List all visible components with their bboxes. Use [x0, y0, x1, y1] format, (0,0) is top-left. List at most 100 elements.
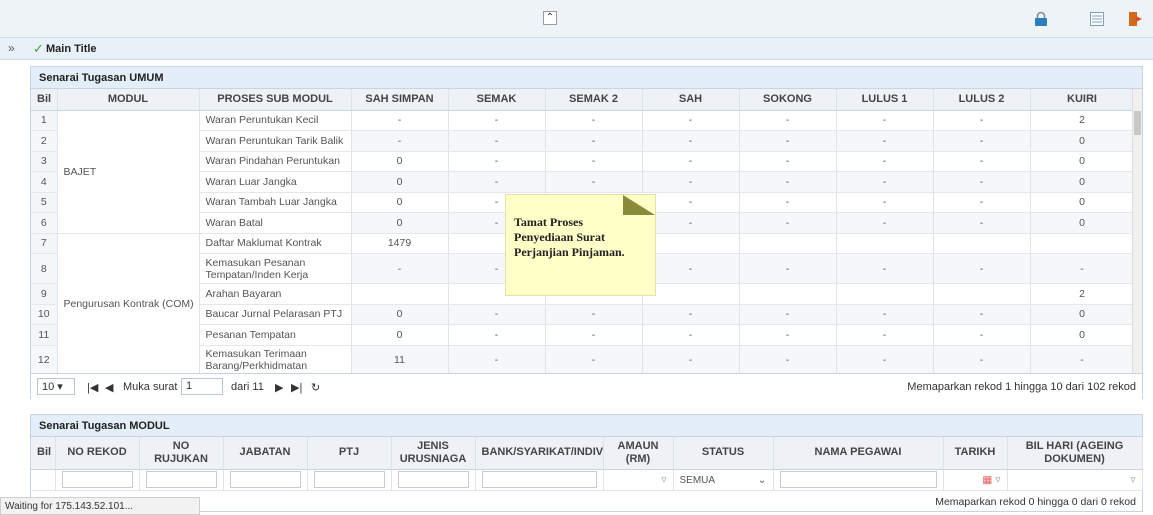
count-cell-kuiri[interactable]: 0 [1030, 171, 1135, 193]
count-cell-lulus2[interactable]: - [933, 345, 1031, 373]
count-cell-sokong[interactable] [739, 283, 837, 305]
umum-col-header[interactable]: SEMAK 2 [545, 89, 643, 111]
count-cell-sah_simpan[interactable]: 0 [351, 304, 449, 325]
count-cell-lulus2[interactable]: - [933, 192, 1031, 213]
modul-col-header[interactable]: AMAUN (RM) [603, 437, 674, 470]
filter-funnel-icon[interactable]: ▿ [661, 474, 666, 486]
count-cell-semak2[interactable]: - [545, 345, 643, 373]
umum-col-header[interactable]: SEMAK [448, 89, 546, 111]
count-cell-sah[interactable]: - [642, 253, 740, 284]
filter-amaun[interactable]: ▿ [603, 469, 674, 491]
modul-col-header[interactable]: JABATAN [223, 437, 308, 470]
count-cell-lulus2[interactable]: - [933, 212, 1031, 234]
count-cell-lulus1[interactable] [836, 233, 934, 254]
count-cell-kuiri[interactable]: 2 [1030, 283, 1135, 305]
lock-icon[interactable] [1033, 11, 1049, 27]
calendar-icon[interactable]: ▦ [982, 474, 992, 486]
proses-sub-modul-cell[interactable]: Baucar Jurnal Pelarasan PTJ [199, 304, 352, 325]
count-cell-semak[interactable]: - [448, 171, 546, 193]
filter-no-rekod[interactable] [55, 469, 140, 491]
modul-col-header[interactable]: TARIKH [943, 437, 1008, 470]
count-cell-sah[interactable]: - [642, 212, 740, 234]
count-cell-lulus1[interactable]: - [836, 304, 934, 325]
filter-ptj[interactable] [307, 469, 392, 491]
count-cell-sokong[interactable]: - [739, 192, 837, 213]
count-cell-lulus1[interactable]: - [836, 171, 934, 193]
scroll-thumb[interactable] [1134, 111, 1141, 135]
page-size-select[interactable]: 10 ▾ [37, 378, 75, 395]
count-cell-sah_simpan[interactable]: 0 [351, 192, 449, 213]
modul-col-header[interactable]: BANK/SYARIKAT/INDIVID [475, 437, 604, 470]
count-cell-semak[interactable]: - [448, 304, 546, 325]
count-cell-sah[interactable] [642, 233, 740, 254]
count-cell-semak[interactable]: - [448, 110, 546, 131]
count-cell-kuiri[interactable]: 2 [1030, 110, 1135, 131]
count-cell-lulus2[interactable]: - [933, 324, 1031, 346]
count-cell-sah_simpan[interactable]: 0 [351, 324, 449, 346]
filter-funnel-icon[interactable]: ▿ [1130, 474, 1135, 486]
count-cell-semak[interactable]: - [448, 151, 546, 172]
count-cell-sokong[interactable]: - [739, 253, 837, 284]
count-cell-semak2[interactable]: - [545, 110, 643, 131]
count-cell-semak2[interactable]: - [545, 324, 643, 346]
count-cell-kuiri[interactable]: 0 [1030, 192, 1135, 213]
count-cell-semak[interactable]: - [448, 324, 546, 346]
count-cell-sah[interactable]: - [642, 345, 740, 373]
count-cell-sah[interactable] [642, 283, 740, 305]
count-cell-sokong[interactable]: - [739, 304, 837, 325]
count-cell-lulus2[interactable]: - [933, 253, 1031, 284]
count-cell-lulus1[interactable]: - [836, 151, 934, 172]
count-cell-sokong[interactable]: - [739, 151, 837, 172]
count-cell-sah_simpan[interactable]: 1479 [351, 233, 449, 254]
first-page-icon[interactable]: |◀ [87, 381, 98, 394]
count-cell-sah_simpan[interactable]: - [351, 130, 449, 152]
count-cell-sah[interactable]: - [642, 324, 740, 346]
count-cell-lulus1[interactable]: - [836, 212, 934, 234]
proses-sub-modul-cell[interactable]: Kemasukan Pesanan Tempatan/Inden Kerja [199, 253, 352, 284]
proses-sub-modul-cell[interactable]: Arahan Bayaran [199, 283, 352, 305]
prev-page-icon[interactable]: ◀ [105, 381, 113, 394]
count-cell-sokong[interactable]: - [739, 324, 837, 346]
umum-col-header[interactable]: PROSES SUB MODUL [199, 89, 352, 111]
filter-jabatan-input[interactable] [229, 471, 301, 488]
refresh-icon[interactable]: ↻ [311, 381, 320, 394]
modul-col-header[interactable]: NO REKOD [55, 437, 140, 470]
umum-col-header[interactable]: LULUS 2 [933, 89, 1031, 111]
count-cell-sah[interactable]: - [642, 192, 740, 213]
count-cell-sah_simpan[interactable]: 0 [351, 151, 449, 172]
count-cell-semak2[interactable]: - [545, 151, 643, 172]
table-row[interactable]: 1 BAJET Waran Peruntukan Kecil - - - - - - -2 [31, 110, 1135, 234]
count-cell-sah_simpan[interactable]: 11 [351, 345, 449, 373]
filter-tarikh[interactable]: ▦ ▿ [943, 469, 1008, 491]
count-cell-lulus2[interactable]: - [933, 110, 1031, 131]
modul-col-header[interactable]: JENIS URUSNIAGA [391, 437, 476, 470]
last-page-icon[interactable]: ▶| [291, 381, 302, 394]
proses-sub-modul-cell[interactable]: Daftar Maklumat Kontrak [199, 233, 352, 254]
count-cell-sokong[interactable]: - [739, 345, 837, 373]
count-cell-lulus1[interactable]: - [836, 192, 934, 213]
page-number-input[interactable]: 1 [181, 378, 223, 395]
modul-col-header[interactable]: PTJ [307, 437, 392, 470]
count-cell-kuiri[interactable]: 0 [1030, 212, 1135, 234]
modul-col-header[interactable]: STATUS [673, 437, 774, 470]
chevron-down-icon[interactable]: ⌄ [758, 474, 767, 486]
modul-col-header[interactable]: NAMA PEGAWAI [773, 437, 944, 470]
count-cell-sokong[interactable]: - [739, 110, 837, 131]
next-page-icon[interactable]: ▶ [275, 381, 283, 394]
count-cell-semak[interactable]: - [448, 130, 546, 152]
umum-col-header[interactable]: SAH SIMPAN [351, 89, 449, 111]
modul-col-header[interactable]: BIL HARI (AGEING DOKUMEN) [1007, 437, 1143, 470]
umum-col-header[interactable]: SAH [642, 89, 740, 111]
filter-jenis[interactable] [391, 469, 476, 491]
umum-col-header[interactable]: LULUS 1 [836, 89, 934, 111]
umum-col-header[interactable]: MODUL [57, 89, 200, 111]
count-cell-sah_simpan[interactable]: - [351, 253, 449, 284]
filter-ptj-input[interactable] [313, 471, 385, 488]
count-cell-semak2[interactable]: - [545, 304, 643, 325]
proses-sub-modul-cell[interactable]: Kemasukan Terimaan Barang/Perkhidmatan [199, 345, 352, 373]
count-cell-kuiri[interactable]: - [1030, 345, 1135, 373]
count-cell-lulus2[interactable] [933, 283, 1031, 305]
filter-nama-input[interactable] [779, 471, 937, 488]
filter-nama[interactable] [773, 469, 944, 491]
count-cell-sah_simpan[interactable]: 0 [351, 171, 449, 193]
